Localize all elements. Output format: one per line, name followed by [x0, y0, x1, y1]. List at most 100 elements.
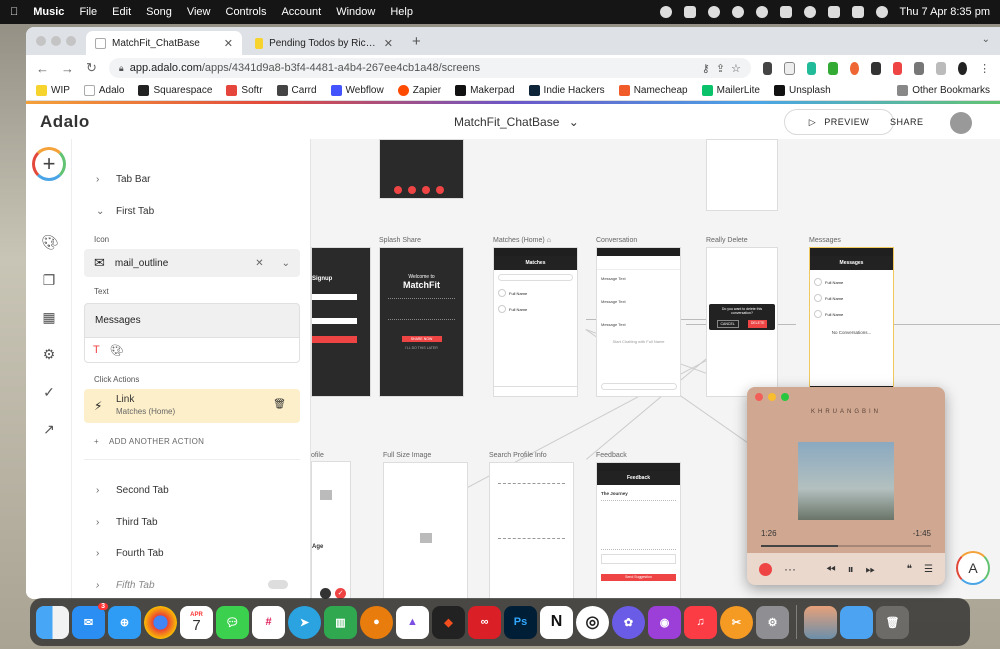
screen-title-really-delete[interactable]: Really Delete: [706, 237, 748, 244]
text-color-icon[interactable]: 🎨︎: [110, 344, 124, 357]
menu-account[interactable]: Account: [281, 6, 321, 18]
fifth-tab-toggle[interactable]: [268, 580, 288, 589]
extension-icon[interactable]: [849, 61, 860, 75]
forward-icon[interactable]: →: [61, 61, 74, 76]
safari-icon[interactable]: ⊕: [108, 605, 141, 639]
close-window-button[interactable]: [36, 36, 46, 46]
bookmark-star-icon[interactable]: ☆: [731, 62, 741, 75]
telegram-icon[interactable]: ➤: [288, 605, 321, 639]
screen-title-splash-share[interactable]: Splash Share: [379, 237, 421, 244]
new-tab-icon[interactable]: +: [412, 33, 421, 50]
icon-select[interactable]: ✉ mail_outline ✕ ⌄: [84, 249, 300, 277]
control-center-icon[interactable]: [851, 6, 864, 18]
trash-icon[interactable]: 🗑︎: [876, 605, 909, 639]
screen-splash-share[interactable]: Welcome to MatchFit SHARE NOW I'LL DO TH…: [379, 247, 464, 397]
add-action-button[interactable]: + ADD ANOTHER ACTION: [94, 437, 204, 446]
publish-icon[interactable]: ✓: [41, 384, 57, 400]
analytics-icon[interactable]: ↗: [41, 421, 57, 437]
menu-window[interactable]: Window: [336, 6, 375, 18]
rewind-icon[interactable]: ⏪︎: [826, 562, 836, 577]
puzzle-icon[interactable]: [914, 61, 924, 75]
screen-title-search-profile-info[interactable]: Search Profile Info: [489, 452, 547, 459]
pocketcasts-icon[interactable]: ◎: [576, 605, 609, 639]
extension-icon[interactable]: [806, 61, 817, 75]
lyrics-icon[interactable]: ❝: [907, 564, 912, 575]
creative-cloud-icon[interactable]: ∞: [468, 605, 501, 639]
tab-pending-todos[interactable]: Pending Todos by Rich Taylor | ... ✕: [246, 31, 402, 55]
bookmark-makerpad[interactable]: Makerpad: [455, 85, 515, 96]
close-window-button[interactable]: [755, 393, 763, 401]
photos-stack-icon[interactable]: [804, 605, 837, 639]
bookmark-indie-hackers[interactable]: Indie Hackers: [528, 85, 605, 96]
numbers-icon[interactable]: ▥: [324, 605, 357, 639]
folder-icon[interactable]: [840, 605, 873, 639]
bookmark-squarespace[interactable]: Squarespace: [138, 85, 212, 96]
figma-icon[interactable]: ◆: [432, 605, 465, 639]
app-name[interactable]: MatchFit_ChatBase ⌄: [454, 115, 579, 129]
bookmark-mailerlite[interactable]: MailerLite: [701, 85, 760, 96]
screen-top-blank[interactable]: [706, 139, 778, 211]
tab-search-icon[interactable]: ⌄: [982, 34, 990, 45]
search-icon[interactable]: [827, 6, 840, 18]
podcasts-icon[interactable]: ◉: [648, 605, 681, 639]
screen-conversation[interactable]: Message Text Message Text Message Text S…: [596, 247, 681, 397]
screen-title-conversation[interactable]: Conversation: [596, 237, 637, 244]
more-icon[interactable]: ···: [784, 562, 796, 576]
screen-title-matches-home[interactable]: Matches (Home) ⌂: [493, 237, 551, 244]
formula-extension-icon[interactable]: [784, 61, 795, 75]
menu-file[interactable]: File: [79, 6, 97, 18]
photoshop-icon[interactable]: Ps: [504, 605, 537, 639]
extension-icon[interactable]: [828, 61, 838, 75]
chrome-icon[interactable]: [144, 605, 177, 639]
preview-button[interactable]: ▷ PREVIEW: [784, 109, 894, 135]
notion-icon[interactable]: N: [540, 605, 573, 639]
menu-controls[interactable]: Controls: [226, 6, 267, 18]
progress-track[interactable]: [761, 545, 931, 547]
screens-icon[interactable]: ❐: [41, 272, 57, 288]
status-icon[interactable]: [659, 6, 672, 18]
back-icon[interactable]: ←: [36, 61, 49, 76]
third-tab-section[interactable]: › Third Tab: [96, 517, 158, 528]
wifi-icon[interactable]: [803, 6, 816, 18]
brightness-icon[interactable]: [731, 6, 744, 18]
bookmark-adalo[interactable]: Adalo: [83, 85, 124, 96]
screen-title-feedback[interactable]: Feedback: [596, 452, 627, 459]
queue-icon[interactable]: ☰: [924, 564, 933, 575]
calendar-icon[interactable]: APR 7: [180, 605, 213, 639]
profile-avatar[interactable]: [957, 61, 968, 75]
reload-icon[interactable]: ↻: [86, 60, 97, 76]
bookmark-softr[interactable]: Softr: [226, 85, 263, 96]
adalo-help-button[interactable]: A: [956, 551, 990, 585]
extension-icon[interactable]: [892, 61, 903, 75]
bookmark-other[interactable]: Other Bookmarks: [897, 85, 990, 96]
screen-profile[interactable]: Age ✓: [311, 461, 351, 599]
screen-signup[interactable]: Signup: [311, 247, 371, 397]
finder-icon[interactable]: [36, 605, 69, 639]
fourth-tab-section[interactable]: › Fourth Tab: [96, 548, 164, 559]
zoom-window-button[interactable]: [781, 393, 789, 401]
system-preferences-icon[interactable]: ⚙: [756, 605, 789, 639]
minimize-window-button[interactable]: [768, 393, 776, 401]
close-tab-icon[interactable]: ✕: [224, 37, 233, 50]
airplay-icon[interactable]: [759, 562, 772, 576]
add-component-button[interactable]: +: [32, 147, 66, 181]
zoom-window-button[interactable]: [66, 36, 76, 46]
screen-title-full-size-image[interactable]: Full Size Image: [383, 452, 431, 459]
music-icon[interactable]: ♫: [684, 605, 717, 639]
bookmark-namecheap[interactable]: Namecheap: [618, 85, 688, 96]
sidebar-icon[interactable]: [935, 61, 946, 75]
screen-top-share[interactable]: [379, 139, 464, 199]
blender-icon[interactable]: ●: [360, 605, 393, 639]
key-icon[interactable]: ⚷: [702, 62, 710, 75]
database-icon[interactable]: ▦: [41, 309, 57, 325]
settings-icon[interactable]: ⚙: [41, 346, 57, 362]
screen-messages[interactable]: Messages Full Name Full Name Full Name N…: [809, 247, 894, 397]
extension-icon[interactable]: [871, 61, 881, 75]
tab-bar-section[interactable]: › Tab Bar: [96, 174, 150, 185]
share-page-icon[interactable]: ⇪: [716, 62, 725, 75]
magic-text-icon[interactable]: T: [93, 344, 100, 356]
menubar-clock[interactable]: Thu 7 Apr 8:35 pm: [900, 6, 991, 18]
telegram-icon[interactable]: [707, 6, 720, 18]
bookmark-webflow[interactable]: Webflow: [330, 85, 384, 96]
bookmark-unsplash[interactable]: Unsplash: [773, 85, 831, 96]
